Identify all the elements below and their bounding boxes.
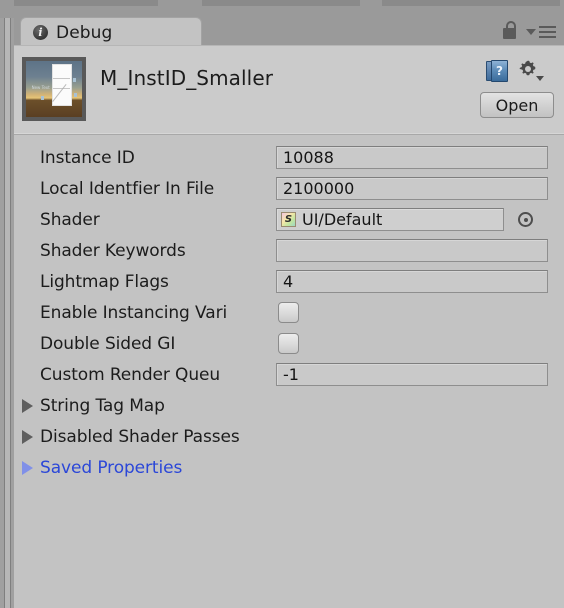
property-row-custom-render-queue: Custom Render Queu -1 — [14, 359, 564, 390]
preview-dot — [74, 93, 78, 98]
preview-scene: New Text — [26, 61, 82, 117]
property-row-enable-instancing-variants: Enable Instancing Vari — [14, 297, 564, 328]
help-book-icon[interactable]: ? — [486, 60, 508, 82]
tab-debug-label: Debug — [56, 22, 113, 43]
property-label: Shader Keywords — [40, 240, 186, 261]
double-sided-gi-checkbox[interactable] — [278, 333, 299, 354]
property-label: Enable Instancing Vari — [40, 302, 228, 323]
left-panel-edge-top — [0, 0, 14, 18]
property-row-lightmap-flags: Lightmap Flags 4 — [14, 266, 564, 297]
instance-id-field[interactable]: 10088 — [276, 146, 548, 169]
property-label: Instance ID — [40, 147, 135, 168]
book-cover: ? — [491, 60, 508, 82]
preview-text-label: New Text — [31, 84, 50, 90]
property-label: Local Identfier In File — [40, 178, 215, 199]
property-label: Shader — [40, 209, 100, 230]
info-icon: i — [33, 25, 48, 40]
unity-inspector-window: i Debug New Text M_InstID_Smaller ? Open… — [0, 0, 564, 608]
preview-line — [53, 77, 71, 79]
enable-instancing-checkbox[interactable] — [278, 302, 299, 323]
foldout-label: Disabled Shader Passes — [40, 426, 240, 447]
inspector-panel: New Text M_InstID_Smaller ? Open Instanc… — [14, 45, 564, 608]
property-row-double-sided-gi: Double Sided GI — [14, 328, 564, 359]
adjacent-tab-stub[interactable] — [6, 0, 158, 6]
menu-lines — [539, 26, 556, 38]
chevron-down-icon — [536, 76, 544, 81]
foldout-label: String Tag Map — [40, 395, 165, 416]
left-panel-scroll-edge[interactable] — [4, 18, 11, 608]
custom-render-queue-field[interactable]: -1 — [276, 363, 548, 386]
hamburger-menu-icon[interactable] — [526, 25, 556, 39]
open-button[interactable]: Open — [480, 92, 554, 118]
object-header: New Text M_InstID_Smaller ? Open — [14, 46, 564, 135]
property-row-shader-keywords: Shader Keywords — [14, 235, 564, 266]
shader-value-label: UI/Default — [302, 210, 383, 229]
property-label: Custom Render Queu — [40, 364, 221, 385]
shader-keywords-field[interactable] — [276, 239, 548, 262]
tab-bar: i Debug — [14, 14, 564, 47]
left-panel-edge — [0, 0, 14, 608]
preview-dot — [40, 95, 44, 100]
lightmap-flags-field[interactable]: 4 — [276, 270, 548, 293]
tab-debug[interactable]: i Debug — [20, 17, 202, 47]
local-identifier-field[interactable]: 2100000 — [276, 177, 548, 200]
foldout-disabled-shader-passes[interactable]: Disabled Shader Passes — [14, 421, 564, 452]
property-row-local-identfier-in-file: Local Identfier In File 2100000 — [14, 173, 564, 204]
chevron-down-icon — [526, 29, 536, 35]
foldout-string-tag-map[interactable]: String Tag Map — [14, 390, 564, 421]
shader-asset-icon: S — [281, 212, 296, 227]
material-preview-thumbnail[interactable]: New Text — [22, 57, 86, 121]
foldout-label: Saved Properties — [40, 457, 183, 478]
preview-ui-panel — [51, 64, 72, 106]
preview-dot — [73, 77, 77, 82]
triangle-right-icon — [22, 429, 33, 444]
preview-line — [53, 88, 71, 90]
property-list: Instance ID 10088 Local Identfier In Fil… — [14, 135, 564, 483]
adjacent-tab-stub[interactable] — [382, 0, 560, 6]
property-row-instance-id: Instance ID 10088 — [14, 142, 564, 173]
adjacent-tab-stub[interactable] — [202, 0, 360, 6]
gear-icon[interactable] — [518, 59, 544, 83]
shader-object-field[interactable]: S UI/Default — [276, 208, 504, 231]
property-row-shader: Shader S UI/Default — [14, 204, 564, 235]
triangle-right-icon — [22, 460, 33, 475]
triangle-right-icon — [22, 398, 33, 413]
page-title: M_InstID_Smaller — [100, 66, 274, 90]
foldout-saved-properties[interactable]: Saved Properties — [14, 452, 564, 483]
object-picker-icon[interactable] — [518, 212, 533, 227]
lock-icon[interactable] — [502, 21, 518, 39]
property-label: Double Sided GI — [40, 333, 176, 354]
lock-body — [503, 28, 516, 39]
property-label: Lightmap Flags — [40, 271, 169, 292]
